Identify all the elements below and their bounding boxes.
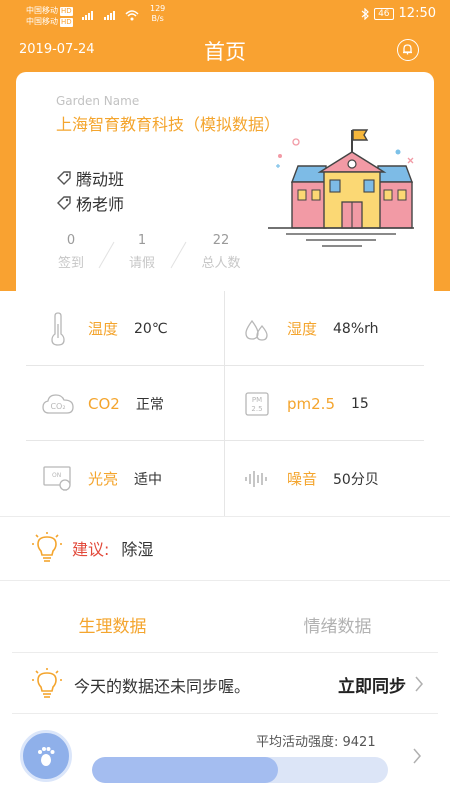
light-value: 适中 [134,471,163,488]
pm25-icon: PM2.5 [245,391,269,416]
battery-indicator: 46 [374,7,394,20]
activity-intensity-label: 平均活动强度: 9421 [256,735,376,750]
env-light: ON 光亮 适中 [26,441,225,516]
advice-key: 建议: [72,540,110,559]
grid-divider [26,365,424,366]
noise-value: 50分贝 [333,471,379,488]
pm25-label: pm2.5 [287,394,335,413]
stat-checkin[interactable]: 0 签到 [41,233,101,271]
noise-label: 噪音 [287,470,318,488]
footprint-button[interactable] [20,730,72,782]
carrier-1: 中国移动 [26,6,58,15]
env-noise: 噪音 50分贝 [225,441,424,516]
temperature-value: 20℃ [134,320,168,337]
status-bar: 中国移动 HD 中国移动 HD 129 B/s 46 12:50 [0,0,450,30]
co2-label: CO2 [88,394,120,413]
bluetooth-icon [361,7,369,20]
svg-text:ON: ON [52,472,61,479]
env-humidity: 湿度 48%rh [225,291,424,366]
chevron-right-icon[interactable] [414,675,424,693]
footprint-icon [38,747,55,766]
tab-physiological[interactable]: 生理数据 [0,612,225,637]
grid-divider [26,440,424,441]
teacher-name: 杨老师 [76,195,125,214]
humidity-value: 48%rh [333,320,379,337]
network-speed: 129 B/s [150,4,166,23]
sound-wave-icon [245,470,267,487]
environment-grid: 温度 20℃ 湿度 48%rh CO₂ CO2 正常 PM 2.5 pm2.5 1… [26,291,424,516]
bell-icon [403,44,412,55]
svg-text:PM: PM [252,396,262,404]
teacher-tag: 杨老师 [56,191,124,215]
activity-progress-fill [92,757,279,783]
chevron-right-icon[interactable] [412,747,422,765]
carrier-2: 中国移动 [26,17,58,26]
lightbulb-icon [32,668,62,698]
page-title: 首页 [204,40,246,64]
light-sensor-icon: ON [43,465,71,491]
data-tabs: 生理数据 情绪数据 [0,604,450,644]
top-bar: 2019-07-24 首页 [0,34,450,68]
school-card: Garden Name 上海智育教育科技（模拟数据） 腾动班 杨老师 0 签到 … [16,72,434,312]
class-tag: 腾动班 [56,166,124,190]
signal-wifi-icon [82,10,139,21]
temperature-label: 温度 [88,320,119,338]
stat-leave[interactable]: 1 请假 [112,233,172,271]
hd-badge: HD [60,18,73,27]
stat-divider [170,241,187,269]
activity-row[interactable]: 平均活动强度: 9421 [0,725,450,800]
status-right: 46 12:50 [361,6,436,21]
lightbulb-icon [32,532,62,562]
tag-icon [57,171,71,185]
carrier-info: 中国移动 HD 中国移动 HD [26,5,73,27]
hd-badge: HD [60,7,73,16]
class-name: 腾动班 [76,170,125,189]
env-temperature: 温度 20℃ [26,291,225,366]
tag-icon [57,196,71,210]
co2-value: 正常 [135,396,164,413]
stat-total[interactable]: 22 总人数 [191,233,251,271]
sync-message: 今天的数据还未同步喔。 [74,677,251,696]
activity-progress-bar [92,757,388,783]
co2-cloud-icon: CO₂ [42,393,74,414]
env-co2: CO₂ CO2 正常 [26,366,225,441]
sync-now-button[interactable]: 立即同步 [338,672,406,697]
svg-text:CO₂: CO₂ [50,402,65,411]
advice-value: 除湿 [121,540,154,559]
light-label: 光亮 [88,470,119,488]
svg-text:2.5: 2.5 [251,405,262,413]
clock: 12:50 [398,6,436,21]
grid-divider [224,291,225,516]
sync-row: 今天的数据还未同步喔。 立即同步 [12,652,438,714]
tab-emotional[interactable]: 情绪数据 [225,612,450,637]
water-drops-icon [245,319,268,341]
thermometer-icon [51,311,65,346]
pm25-value: 15 [351,395,369,412]
notification-button[interactable] [397,39,419,61]
school-name: 上海智育教育科技（模拟数据） [56,115,281,134]
env-pm25: PM 2.5 pm2.5 15 [225,366,424,441]
section-divider [0,516,450,517]
school-building-icon [268,129,414,247]
section-divider [0,580,450,581]
humidity-label: 湿度 [287,320,318,338]
advice-row: 建议: 除湿 [30,531,153,565]
garden-name-label: Garden Name [56,94,140,108]
